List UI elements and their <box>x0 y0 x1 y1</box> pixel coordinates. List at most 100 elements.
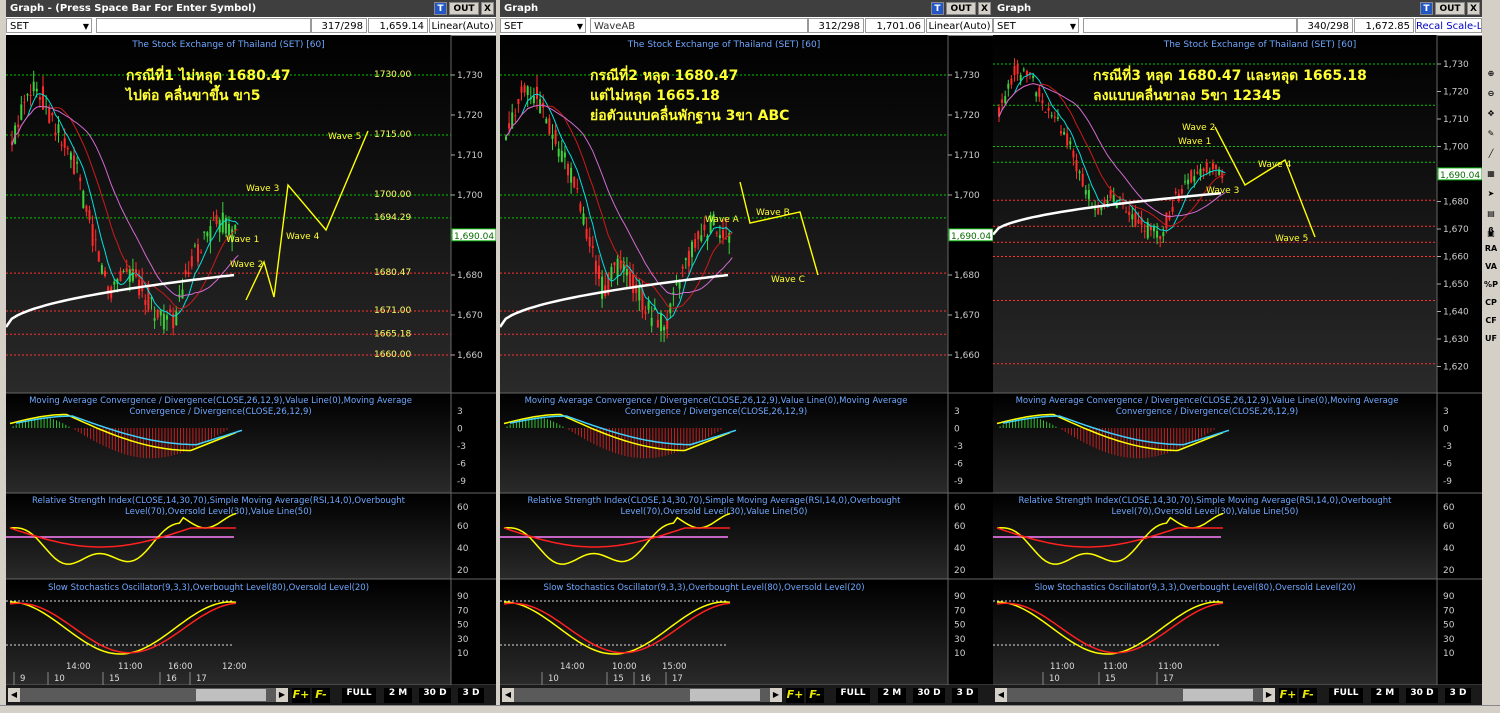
scale-mode-button[interactable]: Recal Scale-Linear <box>1415 18 1482 33</box>
range-3d-button[interactable]: 3 D <box>1445 688 1471 703</box>
candle-body <box>591 246 594 249</box>
time-label: 11:00 <box>1103 662 1128 672</box>
sidebar-tool-5[interactable]: CF <box>1482 312 1500 330</box>
date-label: 17 <box>196 674 207 684</box>
chart-section-bg <box>500 35 948 393</box>
range-2m-button[interactable]: 2 M <box>384 688 412 703</box>
zoom-in-button[interactable]: F+ <box>786 688 804 703</box>
zoom-in-icon[interactable]: ⊕ <box>1482 65 1500 83</box>
candle-body <box>1103 201 1106 205</box>
date-label: 10 <box>548 674 559 684</box>
candle-body <box>539 99 542 114</box>
zoom-out-button[interactable]: F- <box>312 688 330 703</box>
scale-mode-button[interactable]: Linear(Auto) <box>926 18 993 33</box>
symbol-select[interactable]: SET ▼ <box>6 18 92 33</box>
t-button[interactable]: T <box>1420 2 1433 15</box>
price-chart[interactable]: The Stock Exchange of Thailand (SET) [60… <box>6 35 496 685</box>
range-30d-button[interactable]: 30 D <box>1406 688 1438 703</box>
range-3d-button[interactable]: 3 D <box>458 688 484 703</box>
time-label: 14:00 <box>560 662 585 672</box>
close-button[interactable]: X <box>978 2 991 15</box>
scenario-annotation: กรณีที่2 หลุด 1680.47 <box>590 65 738 84</box>
pan-icon[interactable]: ✥ <box>1482 105 1500 123</box>
grid-icon[interactable]: ▦ <box>1482 165 1500 183</box>
price-tick-label: 1,670 <box>954 311 980 321</box>
candle-body <box>1013 65 1016 76</box>
wave-name-field[interactable] <box>96 18 311 33</box>
scale-mode-button[interactable]: Linear(Auto) <box>429 18 496 33</box>
stoch-tick-label: 30 <box>954 635 966 645</box>
scroll-left-icon[interactable]: ◀ <box>8 688 20 702</box>
macd-tick-label: -3 <box>457 442 466 452</box>
close-button[interactable]: X <box>481 2 494 15</box>
sidebar-tool-3[interactable]: %P <box>1482 276 1500 294</box>
candle-body <box>1134 212 1137 226</box>
macd-tick-label: -6 <box>954 460 963 470</box>
full-range-button[interactable]: FULL <box>342 688 376 703</box>
chart-icon[interactable]: ▤ <box>1482 205 1500 223</box>
range-3d-button[interactable]: 3 D <box>952 688 978 703</box>
wave-name-field[interactable]: WaveAB <box>590 18 808 33</box>
zoom-out-button[interactable]: F- <box>806 688 824 703</box>
out-button[interactable]: OUT <box>946 2 976 15</box>
price-tick-label: 1,710 <box>1443 115 1469 125</box>
wave-label: Wave 4 <box>1258 160 1292 170</box>
scroll-left-icon[interactable]: ◀ <box>502 688 514 702</box>
candle-body <box>54 132 57 136</box>
candle-body <box>190 256 193 267</box>
candle-body <box>1029 72 1031 74</box>
stoch-tick-label: 90 <box>954 592 966 602</box>
scroll-thumb[interactable] <box>1183 689 1253 701</box>
range-2m-button[interactable]: 2 M <box>878 688 906 703</box>
sidebar-tool-2[interactable]: VA <box>1482 258 1500 276</box>
candle-body <box>20 104 23 120</box>
symbol-select[interactable]: SET ▼ <box>993 18 1079 33</box>
full-range-button[interactable]: FULL <box>836 688 870 703</box>
scroll-right-icon[interactable]: ▶ <box>1263 688 1275 702</box>
sidebar-tool-1[interactable]: RA <box>1482 240 1500 258</box>
price-chart[interactable]: The Stock Exchange of Thailand (SET) [60… <box>993 35 1482 685</box>
panel-title: Graph - (Press Space Bar For Enter Symbo… <box>10 3 257 14</box>
zoom-in-button[interactable]: F+ <box>292 688 310 703</box>
full-range-button[interactable]: FULL <box>1329 688 1363 703</box>
candle-body <box>1137 219 1140 224</box>
range-30d-button[interactable]: 30 D <box>913 688 945 703</box>
candle-body <box>594 260 597 274</box>
candle-body <box>153 318 156 321</box>
scroll-thumb[interactable] <box>196 689 266 701</box>
candle-body <box>560 150 563 162</box>
scroll-left-icon[interactable]: ◀ <box>995 688 1007 702</box>
zoom-in-button[interactable]: F+ <box>1279 688 1297 703</box>
price-chart[interactable]: The Stock Exchange of Thailand (SET) [60… <box>500 35 993 685</box>
t-button[interactable]: T <box>434 2 447 15</box>
close-button[interactable]: X <box>1467 2 1480 15</box>
sidebar-tool-4[interactable]: CP <box>1482 294 1500 312</box>
cursor-icon[interactable]: ➤ <box>1482 185 1500 203</box>
level-label: 1715.00 <box>374 130 411 140</box>
candle-body <box>554 129 557 144</box>
range-30d-button[interactable]: 30 D <box>419 688 451 703</box>
symbol-select[interactable]: SET ▼ <box>500 18 586 33</box>
last-price: 1,672.85 <box>1354 18 1414 33</box>
timeline-scrollbar[interactable]: ◀ ▶ <box>502 688 782 702</box>
scroll-right-icon[interactable]: ▶ <box>276 688 288 702</box>
wave-name-field[interactable] <box>1083 18 1297 33</box>
out-button[interactable]: OUT <box>449 2 479 15</box>
t-button[interactable]: T <box>931 2 944 15</box>
scroll-right-icon[interactable]: ▶ <box>770 688 782 702</box>
trend-icon[interactable]: ╱ <box>1482 145 1500 163</box>
zoom-out-icon[interactable]: ⊖ <box>1482 85 1500 103</box>
sidebar-tool-0[interactable]: β <box>1482 222 1500 240</box>
stoch-tick-label: 30 <box>1443 635 1455 645</box>
scroll-thumb[interactable] <box>690 689 760 701</box>
candle-body <box>722 230 724 238</box>
timeline-scrollbar[interactable]: ◀ ▶ <box>8 688 288 702</box>
out-button[interactable]: OUT <box>1435 2 1465 15</box>
symbol-value: SET <box>997 21 1016 32</box>
sidebar-tool-6[interactable]: UF <box>1482 330 1500 348</box>
range-2m-button[interactable]: 2 M <box>1371 688 1399 703</box>
timeline-scrollbar[interactable]: ◀ ▶ <box>995 688 1275 702</box>
zoom-out-button[interactable]: F- <box>1299 688 1317 703</box>
draw-icon[interactable]: ✎ <box>1482 125 1500 143</box>
candle-body <box>1078 171 1081 174</box>
